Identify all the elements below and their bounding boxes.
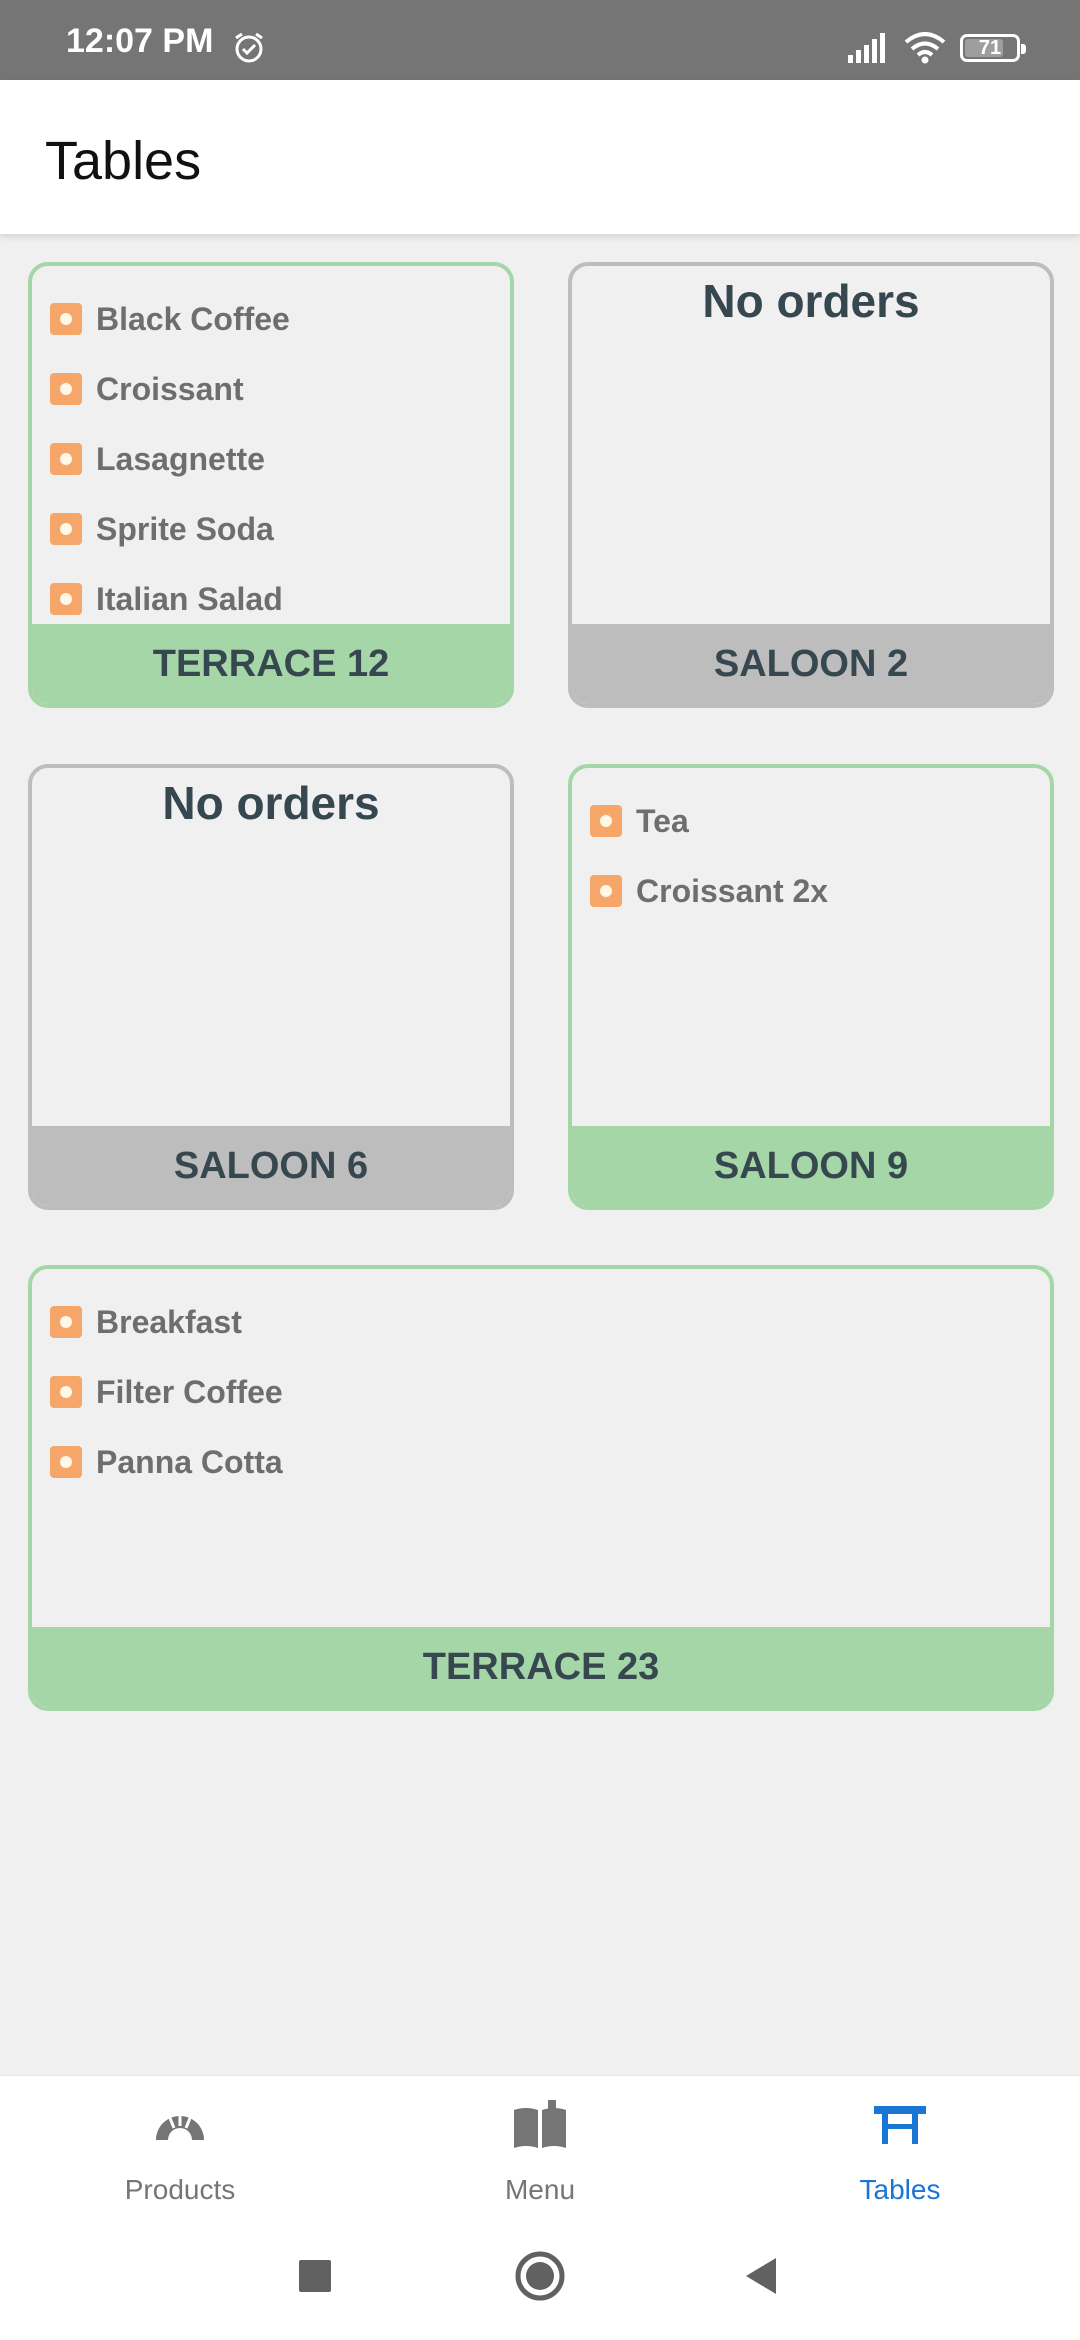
nav-label: Products xyxy=(124,2174,236,2205)
order-item-icon xyxy=(50,303,82,335)
table-card-saloon-9[interactable]: Tea Croissant 2x SALOON 9 xyxy=(568,764,1054,1210)
order-list: Breakfast Filter Coffee Panna Cotta xyxy=(32,1269,1050,1497)
order-list: Black Coffee Croissant Lasagnette Sprite… xyxy=(32,266,510,634)
home-button[interactable] xyxy=(512,2248,568,2304)
nav-item-tables[interactable]: Tables xyxy=(800,2076,1000,2212)
order-item-label: Lasagnette xyxy=(96,440,265,477)
table-name: TERRACE 23 xyxy=(32,1627,1050,1707)
order-item-icon xyxy=(50,513,82,545)
nav-label: Menu xyxy=(504,2174,576,2205)
order-item-label: Black Coffee xyxy=(96,300,290,337)
order-item: Sprite Soda xyxy=(50,494,492,564)
order-item-icon xyxy=(50,1376,82,1408)
order-item-icon xyxy=(590,805,622,837)
system-nav-bar xyxy=(0,2211,1080,2340)
order-item-icon xyxy=(50,583,82,615)
order-item-label: Filter Coffee xyxy=(96,1373,283,1410)
order-item-label: Croissant 2x xyxy=(636,872,829,909)
order-item-icon xyxy=(590,875,622,907)
table-name: SALOON 9 xyxy=(572,1126,1050,1206)
table-card-saloon-6[interactable]: No orders SALOON 6 xyxy=(28,764,514,1210)
order-item: Filter Coffee xyxy=(50,1357,1032,1427)
table-card-terrace-23[interactable]: Breakfast Filter Coffee Panna Cotta TERR… xyxy=(28,1265,1054,1711)
products-icon xyxy=(156,2114,204,2140)
table-card-saloon-2[interactable]: No orders SALOON 2 xyxy=(568,262,1054,708)
status-bar: 12:07 PM 71 xyxy=(0,0,1080,80)
signal-icon xyxy=(848,33,885,63)
table-icon xyxy=(874,2106,926,2144)
alarm-icon xyxy=(235,32,263,63)
order-item-icon xyxy=(50,443,82,475)
order-item-icon xyxy=(50,373,82,405)
order-item-label: Croissant xyxy=(96,370,244,407)
no-orders-text: No orders xyxy=(702,275,920,327)
order-item-label: Breakfast xyxy=(96,1303,242,1340)
page-title: Tables xyxy=(45,131,202,191)
back-button[interactable] xyxy=(734,2248,790,2304)
order-item-label: Panna Cotta xyxy=(96,1443,283,1480)
battery-level: 71 xyxy=(978,37,1002,59)
nav-label: Tables xyxy=(859,2174,941,2205)
order-item-label: Tea xyxy=(636,802,689,839)
order-item: Croissant 2x xyxy=(590,856,1032,926)
order-item-label: Italian Salad xyxy=(96,580,283,617)
order-item-icon xyxy=(50,1306,82,1338)
table-name: TERRACE 12 xyxy=(32,624,510,704)
no-orders-text: No orders xyxy=(162,777,380,829)
table-name: SALOON 2 xyxy=(572,624,1050,704)
nav-item-menu[interactable]: Menu xyxy=(440,2076,640,2212)
order-item: Breakfast xyxy=(50,1287,1032,1357)
status-time: 12:07 PM xyxy=(66,22,214,60)
battery-icon: 71 xyxy=(960,34,1026,62)
order-item: Panna Cotta xyxy=(50,1427,1032,1497)
nav-item-products[interactable]: Products xyxy=(80,2076,280,2212)
order-item-label: Sprite Soda xyxy=(96,510,274,547)
order-item: Black Coffee xyxy=(50,284,492,354)
recent-apps-button[interactable] xyxy=(287,2248,343,2304)
order-item: Tea xyxy=(590,786,1032,856)
wifi-icon xyxy=(904,32,946,64)
table-name: SALOON 6 xyxy=(32,1126,510,1206)
menu-book-icon xyxy=(514,2100,566,2148)
order-item: Croissant xyxy=(50,354,492,424)
table-card-terrace-12[interactable]: Black Coffee Croissant Lasagnette Sprite… xyxy=(28,262,514,708)
bottom-nav: Products Menu Tables xyxy=(0,2075,1080,2212)
order-list: Tea Croissant 2x xyxy=(572,768,1050,926)
order-item-icon xyxy=(50,1446,82,1478)
order-item: Lasagnette xyxy=(50,424,492,494)
app-bar: Tables xyxy=(0,80,1080,234)
